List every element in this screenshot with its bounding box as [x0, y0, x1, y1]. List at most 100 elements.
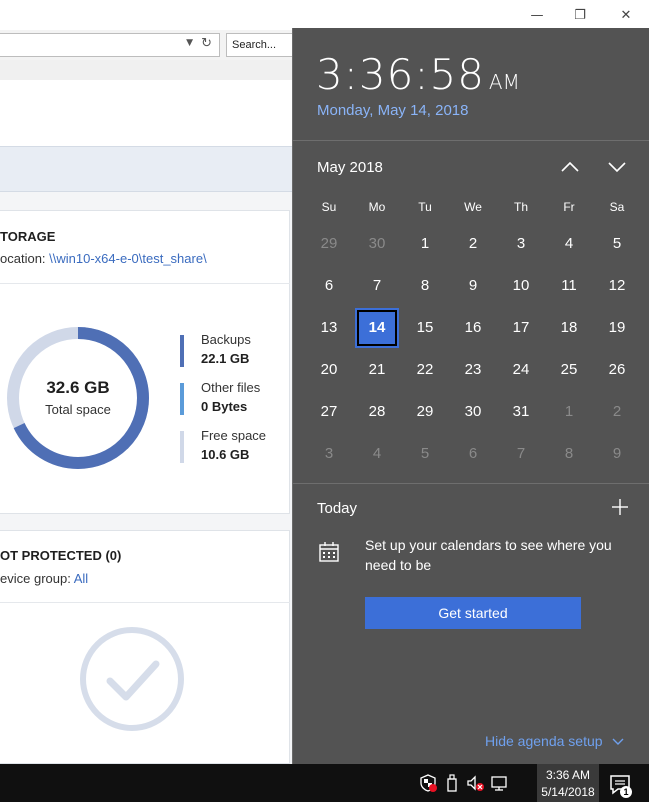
calendar-day[interactable]: 4 — [545, 223, 593, 265]
calendar-day[interactable]: 9 — [593, 433, 641, 475]
refresh-icon[interactable]: ↻ — [201, 36, 212, 51]
hide-agenda-label: Hide agenda setup — [485, 733, 603, 749]
calendar-day[interactable]: 17 — [497, 307, 545, 349]
legend-backups-value: 22.1 GB — [201, 351, 250, 366]
calendar-day[interactable]: 3 — [497, 223, 545, 265]
get-started-button[interactable]: Get started — [365, 597, 581, 629]
calendar-day[interactable]: 5 — [593, 223, 641, 265]
calendar-day[interactable]: 21 — [353, 349, 401, 391]
calendar-day[interactable]: 31 — [497, 391, 545, 433]
calendar-day[interactable]: 2 — [449, 223, 497, 265]
calendar-day[interactable]: 8 — [401, 265, 449, 307]
calendar-day[interactable]: 8 — [545, 433, 593, 475]
calendar-day[interactable]: 3 — [305, 433, 353, 475]
not-protected-title: OT PROTECTED (0) — [0, 548, 122, 563]
calendar-day[interactable]: 2 — [593, 391, 641, 433]
calendar-day[interactable]: 7 — [353, 265, 401, 307]
legend-other-files-name: Other files — [201, 380, 261, 395]
legend-backups-name: Backups — [201, 332, 251, 347]
address-dropdown-icon[interactable]: ▼ — [186, 38, 193, 48]
weekday-header: Su — [321, 200, 337, 214]
calendar-day[interactable]: 27 — [305, 391, 353, 433]
flyout-ampm: AM — [488, 70, 520, 94]
search-input[interactable]: Search... — [226, 33, 292, 57]
calendar-day[interactable]: 1 — [545, 391, 593, 433]
legend-backups-swatch — [180, 335, 184, 367]
calendar-day[interactable]: 24 — [497, 349, 545, 391]
device-group-link[interactable]: All — [74, 571, 88, 586]
hide-agenda-setup-link[interactable]: Hide agenda setup — [485, 733, 624, 749]
calendar-day[interactable]: 28 — [353, 391, 401, 433]
weekday-header: Sa — [609, 200, 625, 214]
legend-free-space-name: Free space — [201, 428, 267, 443]
calendar-month-label[interactable]: May 2018 — [317, 159, 383, 176]
taskbar-date: 5/14/2018 — [541, 785, 595, 799]
agenda-today-label: Today — [317, 500, 358, 517]
calendar-day[interactable]: 7 — [497, 433, 545, 475]
calendar-day[interactable]: 26 — [593, 349, 641, 391]
calendar-day[interactable]: 6 — [305, 265, 353, 307]
calendar-day[interactable]: 25 — [545, 349, 593, 391]
flyout-divider-agenda — [293, 483, 649, 484]
calendar-day[interactable]: 1 — [401, 223, 449, 265]
calendar-day[interactable]: 11 — [545, 265, 593, 307]
calendar-day[interactable]: 22 — [401, 349, 449, 391]
calendar-day[interactable]: 30 — [449, 391, 497, 433]
clock-calendar-flyout: 3:36:58 AM Monday, May 14, 2018 May 2018 … — [292, 28, 649, 764]
calendar-day[interactable]: 29 — [401, 391, 449, 433]
calendar-day[interactable]: 9 — [449, 265, 497, 307]
address-bar[interactable]: ▼ ↻ — [0, 33, 220, 57]
previous-month-chevron-up-icon[interactable] — [555, 154, 585, 180]
weekday-header: We — [464, 200, 482, 214]
weekday-header: Fr — [563, 200, 575, 214]
notification-count-badge: 1 — [620, 786, 632, 798]
total-space-value: 32.6 GB — [46, 378, 110, 397]
calendar-day[interactable]: 4 — [353, 433, 401, 475]
total-space-label: Total space — [45, 402, 111, 417]
flyout-time: 3:36:58 — [316, 50, 485, 99]
calendar-day[interactable]: 20 — [305, 349, 353, 391]
add-event-plus-icon[interactable] — [611, 498, 629, 516]
calendar-day[interactable]: 29 — [305, 223, 353, 265]
close-button[interactable]: ✕ — [616, 6, 636, 26]
weekday-header: Th — [513, 200, 528, 214]
browser-titlebar: — ❐ ✕ — [0, 0, 649, 30]
calendar-day[interactable]: 12 — [593, 265, 641, 307]
calendar-day[interactable]: 13 — [305, 307, 353, 349]
calendar-day[interactable]: 19 — [593, 307, 641, 349]
weekday-header: Mo — [368, 200, 386, 214]
calendar-day[interactable]: 23 — [449, 349, 497, 391]
storage-location-link[interactable]: \\win10-x64-e-0\test_share\ — [49, 251, 207, 266]
legend-other-files-swatch — [180, 383, 184, 415]
storage-card-title: TORAGE — [0, 229, 56, 244]
calendar-day[interactable]: 5 — [401, 433, 449, 475]
weekday-header: Tu — [418, 200, 432, 214]
shield-alert-icon[interactable] — [419, 774, 437, 792]
flyout-long-date[interactable]: Monday, May 14, 2018 — [317, 102, 468, 119]
restore-button[interactable]: ❐ — [570, 6, 590, 26]
calendar-day[interactable]: 18 — [545, 307, 593, 349]
taskbar: 3:36 AM 5/14/2018 1 — [0, 764, 649, 802]
device-group-prefix: evice group: — [0, 571, 74, 586]
network-icon[interactable] — [490, 774, 508, 792]
calendar-day[interactable]: 6 — [449, 433, 497, 475]
browser-tab-strip — [0, 60, 292, 80]
chevron-down-icon — [612, 738, 624, 745]
console-subheader-bar — [0, 146, 292, 192]
agenda-setup-message: Set up your calendars to see where you n… — [365, 537, 612, 573]
usb-drive-icon[interactable] — [443, 774, 461, 792]
calendar-day[interactable]: 15 — [401, 307, 449, 349]
storage-donut-chart — [7, 327, 149, 469]
next-month-chevron-down-icon[interactable] — [602, 154, 632, 180]
storage-card-divider — [0, 283, 290, 284]
calendar-day-today[interactable]: 14 — [355, 308, 399, 348]
taskbar-time: 3:36 AM — [545, 768, 591, 782]
volume-muted-icon[interactable] — [466, 774, 484, 792]
legend-free-space-value: 10.6 GB — [201, 447, 250, 462]
calendar-day[interactable]: 30 — [353, 223, 401, 265]
calendar-day[interactable]: 10 — [497, 265, 545, 307]
legend-free-space-swatch — [180, 431, 184, 463]
taskbar-clock[interactable]: 3:36 AM 5/14/2018 — [537, 764, 599, 802]
minimize-button[interactable]: — — [527, 6, 547, 26]
calendar-day[interactable]: 16 — [449, 307, 497, 349]
